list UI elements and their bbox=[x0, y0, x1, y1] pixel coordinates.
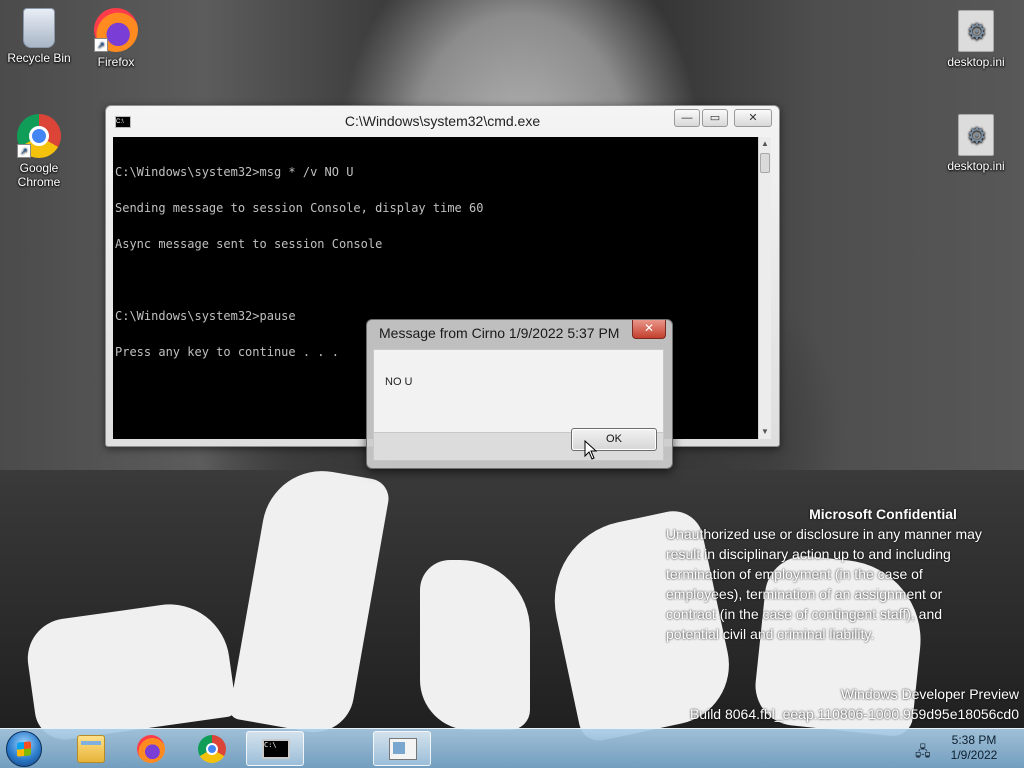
chrome-icon: ↗ bbox=[17, 114, 61, 158]
taskbar-button-cmd[interactable]: C:\ bbox=[246, 731, 304, 766]
cmd-icon: C:\ bbox=[262, 739, 290, 759]
taskbar-button-firefox[interactable] bbox=[122, 731, 180, 766]
taskbar-button-message[interactable] bbox=[373, 731, 431, 766]
watermark-line: contract (in the case of contingent staf… bbox=[666, 606, 943, 622]
maximize-button[interactable]: ▭ bbox=[702, 109, 728, 127]
taskbar-button-chrome[interactable] bbox=[183, 731, 241, 766]
taskbar-button-file-explorer[interactable] bbox=[62, 731, 120, 766]
scroll-up-arrow-icon[interactable]: ▲ bbox=[759, 137, 771, 151]
desktop-icon-label: desktop.ini bbox=[947, 159, 1005, 173]
message-window-icon bbox=[389, 738, 417, 760]
wallpaper-paint-splash bbox=[420, 560, 530, 730]
desktop-icon-recycle-bin[interactable]: Recycle Bin bbox=[3, 8, 75, 65]
taskbar: C:\ 🖧 5:38 PM 1/9/2022 bbox=[0, 728, 1024, 768]
shortcut-arrow-icon: ↗ bbox=[17, 144, 31, 158]
watermark-line: result in disciplinary action up to and … bbox=[666, 546, 951, 562]
dialog-title: Message from Cirno 1/9/2022 5:37 PM bbox=[379, 325, 620, 341]
clock-date: 1/9/2022 bbox=[950, 748, 998, 762]
settings-file-icon bbox=[958, 114, 994, 156]
clock[interactable]: 5:38 PM 1/9/2022 bbox=[944, 733, 1004, 763]
firefox-icon bbox=[137, 735, 165, 763]
clock-time: 5:38 PM bbox=[951, 733, 997, 747]
desktop-icon-label: Google Chrome bbox=[17, 161, 61, 189]
watermark-line: termination of employment (in the case o… bbox=[666, 566, 923, 582]
dialog-close-button[interactable]: ✕ bbox=[632, 320, 666, 339]
desktop-icon-chrome[interactable]: ↗ Google Chrome bbox=[3, 114, 75, 189]
dialog-message: NO U bbox=[385, 376, 413, 388]
watermark-heading: Microsoft Confidential bbox=[809, 506, 957, 522]
console-line: C:\Windows\system32>msg * /v NO U bbox=[115, 165, 354, 179]
build-info: Windows Developer Preview Build 8064.fbl… bbox=[690, 684, 1019, 724]
desktop-icon-firefox[interactable]: ↗ Firefox bbox=[80, 8, 152, 69]
firefox-icon: ↗ bbox=[94, 8, 138, 52]
scrollbar-thumb[interactable] bbox=[760, 153, 770, 173]
windows-logo-icon bbox=[17, 741, 31, 757]
shortcut-arrow-icon: ↗ bbox=[94, 38, 108, 52]
desktop-icon-desktop-ini[interactable]: desktop.ini bbox=[940, 114, 1012, 173]
product-name: Windows Developer Preview bbox=[840, 686, 1019, 702]
recycle-bin-icon bbox=[23, 8, 55, 48]
desktop-icon-label: desktop.ini bbox=[947, 55, 1005, 69]
network-icon[interactable]: 🖧 bbox=[915, 741, 931, 765]
message-dialog[interactable]: Message from Cirno 1/9/2022 5:37 PM ✕ NO… bbox=[366, 319, 673, 469]
build-string: Build 8064.fbl_eeap.110806-1000.959d95e1… bbox=[689, 706, 1019, 722]
chrome-icon bbox=[198, 735, 226, 763]
settings-file-icon bbox=[958, 10, 994, 52]
console-line: Async message sent to session Console bbox=[115, 237, 383, 251]
minimize-button[interactable]: — bbox=[674, 109, 700, 127]
watermark-line: Unauthorized use or disclosure in any ma… bbox=[666, 526, 982, 542]
desktop-icon-desktop-ini[interactable]: desktop.ini bbox=[940, 10, 1012, 69]
watermark-line: potential civil and criminal liability. bbox=[666, 626, 875, 642]
scroll-down-arrow-icon[interactable]: ▼ bbox=[759, 425, 771, 439]
desktop-icon-label: Firefox bbox=[97, 55, 135, 69]
cmd-title-bar[interactable]: C:\ C:\Windows\system32\cmd.exe — ▭ ✕ bbox=[106, 106, 779, 134]
start-button[interactable] bbox=[6, 731, 42, 767]
vertical-scrollbar[interactable]: ▲ ▼ bbox=[758, 137, 771, 439]
dialog-body: NO U bbox=[373, 349, 664, 433]
confidential-watermark: Microsoft Confidential Unauthorized use … bbox=[666, 504, 1020, 644]
watermark-line: employees), termination of an assignment… bbox=[666, 586, 943, 602]
close-button[interactable]: ✕ bbox=[734, 109, 772, 127]
mouse-pointer-icon bbox=[584, 440, 598, 460]
console-line: Sending message to session Console, disp… bbox=[115, 201, 484, 215]
folder-icon bbox=[77, 735, 105, 763]
desktop-icon-label: Recycle Bin bbox=[7, 51, 71, 65]
